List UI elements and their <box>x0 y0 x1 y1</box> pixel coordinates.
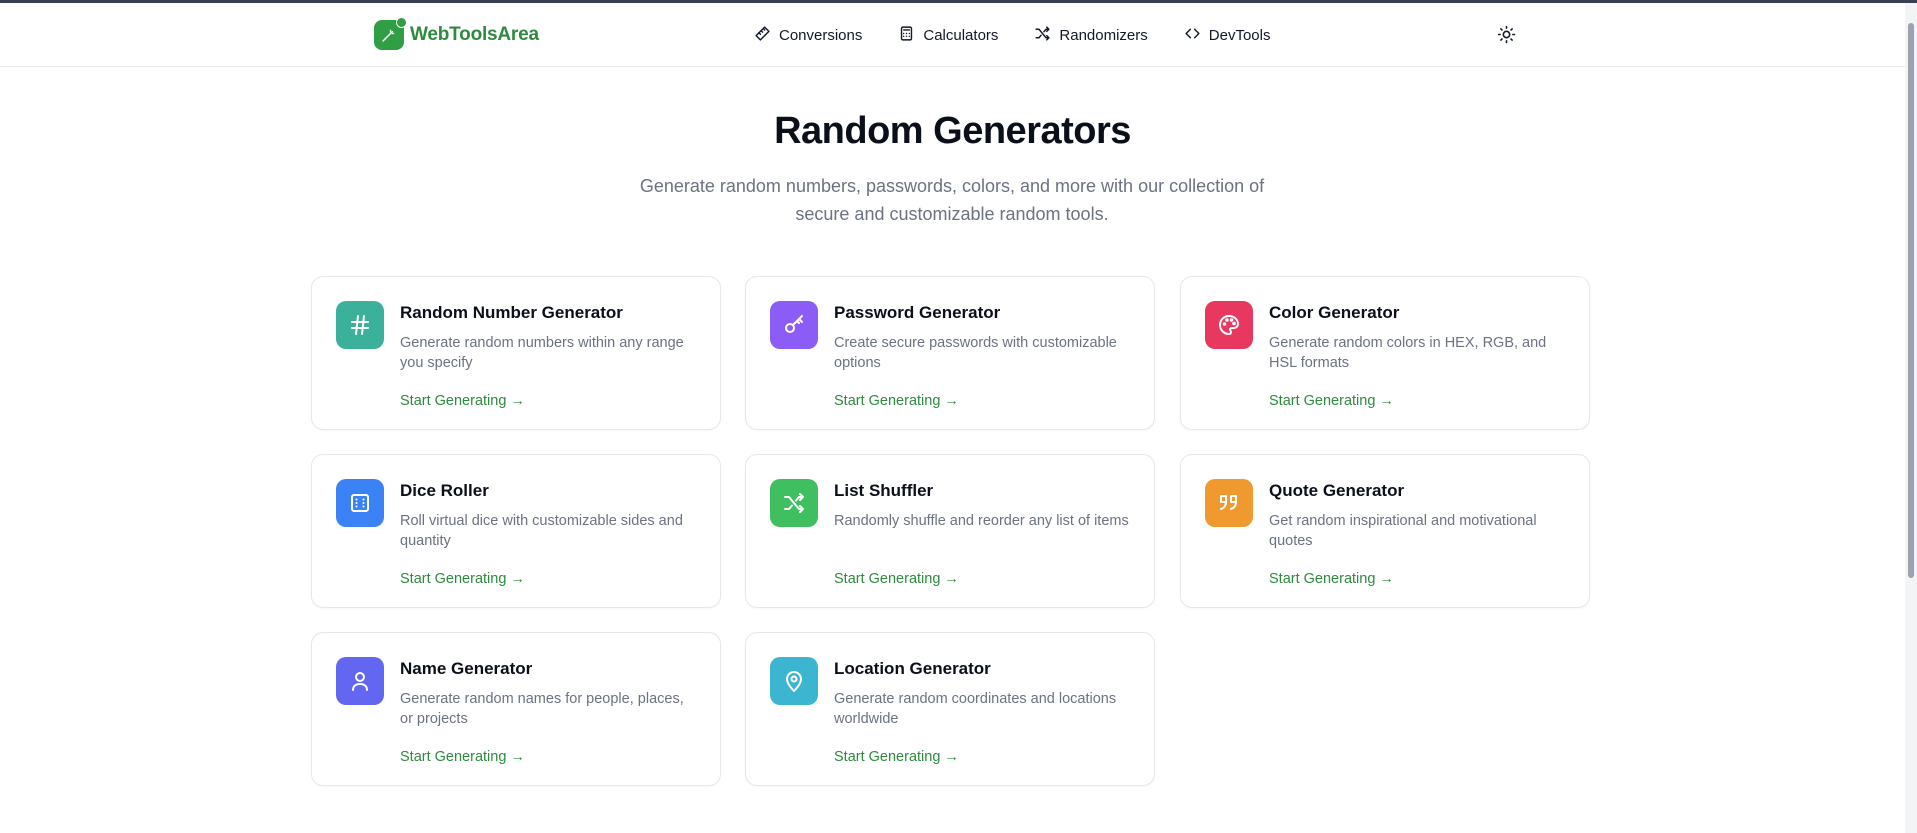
page-scrollbar[interactable] <box>1905 3 1917 833</box>
logo-wand-icon <box>374 17 407 50</box>
shuffle-icon <box>770 479 818 527</box>
user-icon <box>336 657 384 705</box>
start-generating-link[interactable]: Start Generating → <box>1269 571 1394 587</box>
card-dice-roller[interactable]: Dice Roller Roll virtual dice with custo… <box>311 454 721 608</box>
card-random-number-generator[interactable]: Random Number Generator Generate random … <box>311 276 721 430</box>
nav-calculators[interactable]: Calculators <box>898 25 998 46</box>
scrollbar-thumb[interactable] <box>1908 23 1914 578</box>
card-list-shuffler[interactable]: List Shuffler Randomly shuffle and reord… <box>745 454 1155 608</box>
hash-icon <box>336 301 384 349</box>
card-description: Generate random coordinates and location… <box>834 691 1117 727</box>
card-description: Generate random names for people, places… <box>400 691 684 727</box>
nav-conversions[interactable]: Conversions <box>754 25 862 46</box>
map-pin-icon <box>770 657 818 705</box>
calculator-icon <box>898 25 915 46</box>
card-title: Color Generator <box>1269 303 1400 322</box>
sun-icon <box>1497 25 1516 49</box>
card-description: Get random inspirational and motivationa… <box>1269 513 1537 549</box>
card-title: Quote Generator <box>1269 481 1405 500</box>
nav-label: DevTools <box>1208 27 1271 44</box>
card-description: Generate random colors in HEX, RGB, and … <box>1269 335 1547 371</box>
brand-name: WebToolsArea <box>410 24 539 45</box>
dice-icon <box>336 479 384 527</box>
card-description: Roll virtual dice with customizable side… <box>400 513 683 549</box>
nav-devtools[interactable]: DevTools <box>1184 25 1271 46</box>
card-description: Generate random numbers within any range… <box>400 335 684 371</box>
nav-label: Randomizers <box>1059 27 1148 44</box>
start-generating-link[interactable]: Start Generating → <box>400 571 525 587</box>
theme-toggle-button[interactable] <box>1494 25 1518 49</box>
palette-icon <box>1205 301 1253 349</box>
site-logo[interactable]: WebToolsArea <box>374 17 539 50</box>
nav-randomizers[interactable]: Randomizers <box>1034 25 1148 46</box>
card-title: List Shuffler <box>834 481 934 500</box>
card-title: Password Generator <box>834 303 1001 322</box>
quote-icon <box>1205 479 1253 527</box>
site-header: WebToolsArea Conversions Calculators Ran… <box>0 3 1905 67</box>
nav-label: Conversions <box>779 27 863 44</box>
start-generating-link[interactable]: Start Generating → <box>400 749 525 765</box>
start-generating-link[interactable]: Start Generating → <box>400 393 525 409</box>
page-subtitle: Generate random numbers, passwords, colo… <box>639 176 1265 224</box>
card-description: Randomly shuffle and reorder any list of… <box>834 513 1129 529</box>
card-location-generator[interactable]: Location Generator Generate random coord… <box>745 632 1155 786</box>
key-icon <box>770 301 818 349</box>
nav-label: Calculators <box>923 27 999 44</box>
card-title: Random Number Generator <box>400 303 623 322</box>
ruler-icon <box>754 25 771 46</box>
card-title: Dice Roller <box>400 481 489 500</box>
card-description: Create secure passwords with customizabl… <box>834 335 1117 371</box>
shuffle-icon <box>1034 25 1051 46</box>
card-title: Name Generator <box>400 659 533 678</box>
card-quote-generator[interactable]: Quote Generator Get random inspirational… <box>1180 454 1590 608</box>
start-generating-link[interactable]: Start Generating → <box>834 393 959 409</box>
card-color-generator[interactable]: Color Generator Generate random colors i… <box>1180 276 1590 430</box>
start-generating-link[interactable]: Start Generating → <box>1269 393 1394 409</box>
code-icon <box>1184 25 1201 46</box>
card-password-generator[interactable]: Password Generator Create secure passwor… <box>745 276 1155 430</box>
page-title: Random Generators <box>774 110 1131 152</box>
start-generating-link[interactable]: Start Generating → <box>834 571 959 587</box>
card-name-generator[interactable]: Name Generator Generate random names for… <box>311 632 721 786</box>
main-nav: Conversions Calculators Randomizers DevT… <box>754 25 1270 46</box>
start-generating-link[interactable]: Start Generating → <box>834 749 959 765</box>
card-title: Location Generator <box>834 659 991 678</box>
